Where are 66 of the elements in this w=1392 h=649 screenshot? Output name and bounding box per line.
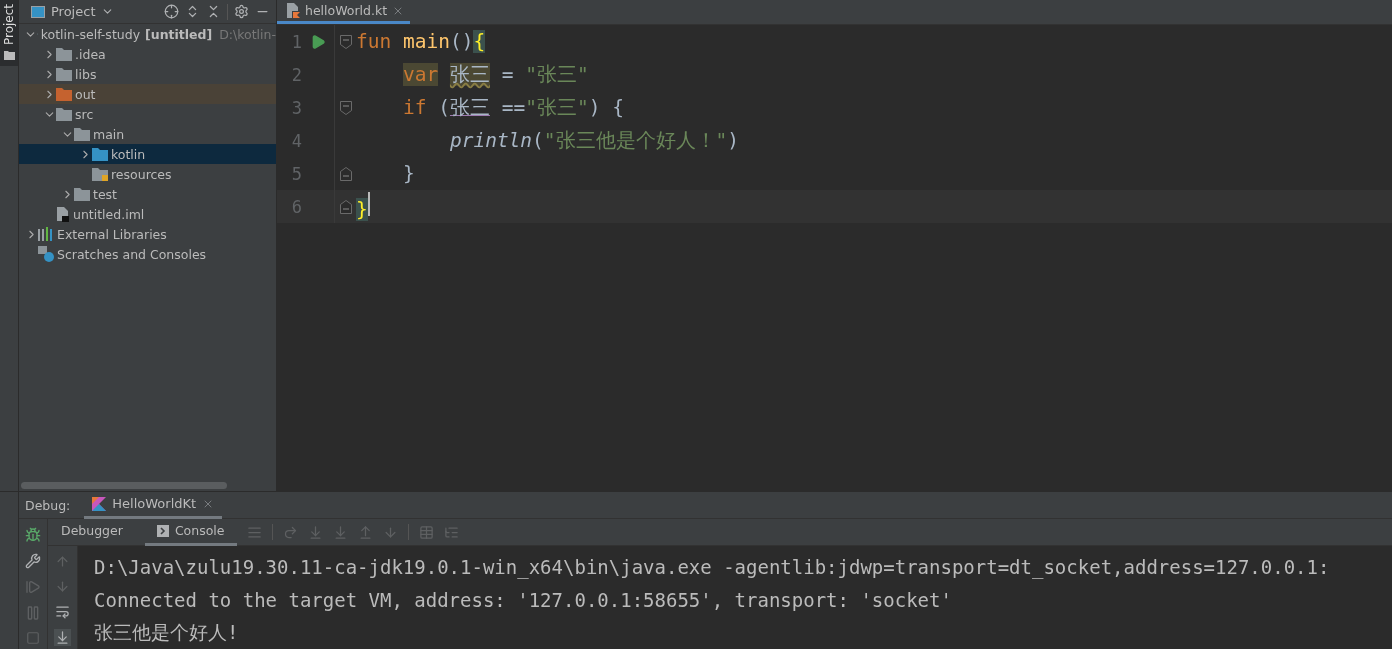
tree-row[interactable]: src: [19, 104, 276, 124]
line-number: 4: [290, 130, 302, 151]
tree-label: External Libraries: [57, 226, 167, 242]
tree-label: libs: [75, 66, 97, 82]
tree-label: Scratches and Consoles: [57, 246, 207, 262]
debug-subtab[interactable]: Debugger: [49, 518, 135, 546]
kotlin-logo-icon: [92, 496, 107, 511]
tree-row[interactable]: resources: [19, 164, 276, 184]
tree-row[interactable]: .idea: [19, 44, 276, 64]
tree-path: D:\kotlin-: [219, 26, 276, 42]
kotlin-file-icon: [287, 3, 300, 18]
editor-tab[interactable]: helloWorld.kt: [277, 0, 411, 24]
console-line: D:\Java\zulu19.30.11-ca-jdk19.0.1-win_x64\bin\java.exe -agentlib:jdwp=transport=dt_socket,address=127.0.0.1:: [94, 554, 1331, 581]
tree-row[interactable]: libs: [19, 64, 276, 84]
tree-row[interactable]: main: [19, 124, 276, 144]
tree-row[interactable]: out: [19, 84, 276, 104]
code-text: if (张三 =="张三") {: [401, 95, 624, 121]
tree-tag: [untitled]: [145, 26, 213, 42]
fold-icon[interactable]: [339, 199, 352, 214]
panel-title[interactable]: Project: [51, 4, 96, 19]
tree-row[interactable]: kotlin-self-study [untitled] D:\kotlin-: [19, 24, 276, 44]
panel-label: Debug:: [25, 497, 71, 513]
tree-label: kotlin: [111, 146, 146, 162]
tree-row[interactable]: External Libraries: [19, 224, 276, 244]
tree-label: out: [75, 86, 96, 102]
window-icon: [31, 5, 45, 18]
code-text: fun main(){: [356, 30, 486, 53]
code-text: var 张三 = "张三": [401, 62, 589, 88]
tree-row[interactable]: Scratches and Consoles: [19, 244, 276, 264]
line-number: 3: [290, 97, 302, 118]
tree-label: src: [75, 106, 94, 122]
console-line: Connected to the target VM, address: '127.0.0.1:58655', transport: 'socket': [94, 587, 953, 613]
project-tool-label: Project: [2, 4, 16, 46]
line-number: 1: [290, 31, 302, 52]
tree-label: resources: [111, 166, 172, 182]
tree-row[interactable]: kotlin: [19, 144, 276, 164]
fold-icon[interactable]: [339, 166, 352, 181]
line-number: 2: [290, 64, 302, 85]
tree-label: kotlin-self-study: [40, 26, 141, 42]
run-icon[interactable]: [310, 33, 326, 50]
soft-wrap-icon[interactable]: [55, 604, 70, 619]
tree-label: untitled.iml: [73, 206, 145, 222]
run-config-tab[interactable]: HelloWorldKt: [84, 491, 223, 519]
tree-row[interactable]: untitled.iml: [19, 204, 276, 224]
scrollbar-thumb[interactable]: [21, 482, 227, 489]
libraries-icon: [38, 227, 54, 241]
locate-icon[interactable]: [164, 4, 179, 19]
code-text: }: [356, 192, 370, 221]
line-number: 5: [290, 163, 302, 184]
fold-icon[interactable]: [339, 100, 352, 115]
code-text: }: [401, 162, 415, 185]
console-line: 张三他是个好人!: [94, 619, 240, 645]
tree-row[interactable]: test: [19, 184, 276, 204]
fold-icon[interactable]: [339, 34, 352, 49]
scratches-icon: [38, 246, 54, 262]
file-icon: [56, 206, 70, 222]
console-icon: [156, 524, 169, 537]
project-tool-tab[interactable]: Project: [0, 0, 18, 67]
bug-icon[interactable]: [25, 527, 41, 543]
tree-label: test: [93, 186, 117, 202]
wrench-icon[interactable]: [25, 553, 41, 569]
tree-label: .idea: [75, 46, 106, 62]
settings-icon[interactable]: [234, 4, 249, 19]
tree-label: main: [93, 126, 125, 142]
code-text: println("张三他是个好人！"): [448, 128, 740, 154]
scroll-to-end-button[interactable]: [54, 629, 71, 646]
